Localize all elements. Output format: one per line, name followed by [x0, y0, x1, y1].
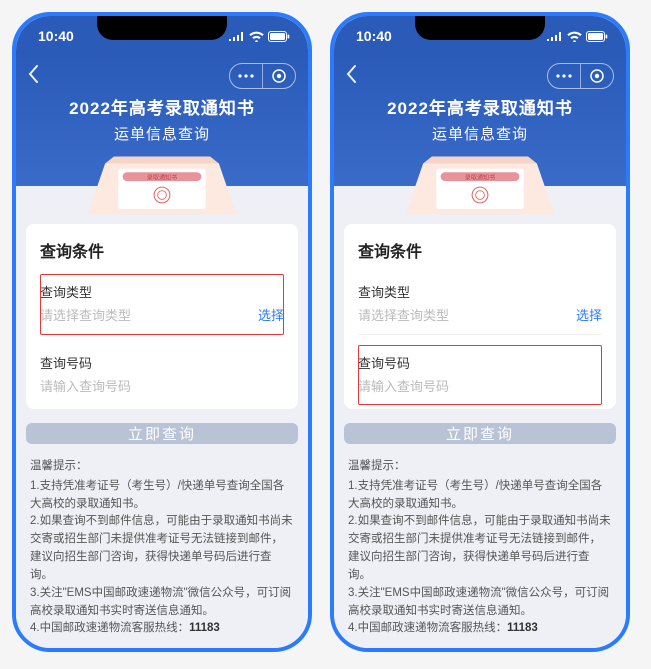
- card-title: 查询条件: [40, 238, 284, 262]
- tips-block: 温馨提示： 1.支持凭准考证号（考生号）/快递单号查询全国各大高校的录取通知书。…: [348, 458, 612, 638]
- query-number-placeholder: 请输入查询号码: [358, 376, 449, 395]
- battery-icon: [268, 31, 290, 42]
- tip-2: 2.如果查询不到邮件信息，可能由于录取通知书尚未交寄或招生部门未提供准考证号无法…: [30, 513, 294, 584]
- submit-button[interactable]: 立即查询: [26, 423, 298, 444]
- ribbon-text: 录取通知书: [465, 173, 496, 181]
- query-number-field[interactable]: 查询号码 请输入查询号码: [40, 345, 284, 405]
- tips-block: 温馨提示： 1.支持凭准考证号（考生号）/快递单号查询全国各大高校的录取通知书。…: [30, 458, 294, 638]
- more-button[interactable]: [548, 64, 580, 88]
- status-time: 10:40: [356, 28, 392, 44]
- submit-button[interactable]: 立即查询: [344, 423, 616, 444]
- query-type-label: 查询类型: [358, 282, 602, 301]
- hero-title: 2022年高考录取通知书 运单信息查询: [346, 94, 614, 144]
- wifi-icon: [249, 31, 264, 42]
- hotline-number: 11183: [507, 622, 538, 634]
- query-number-label: 查询号码: [40, 353, 284, 372]
- back-button[interactable]: [28, 65, 39, 88]
- query-type-field[interactable]: 查询类型 请选择查询类型 选择: [358, 274, 602, 335]
- footer-text: 本服务由中国邮政EMS提供: [16, 638, 308, 648]
- hero-title-line2: 运单信息查询: [346, 123, 614, 144]
- miniprogram-actions: [547, 63, 614, 89]
- back-button[interactable]: [346, 65, 357, 88]
- tip-3: 3.关注"EMS中国邮政速递物流"微信公众号，可订阅高校录取通知书实时寄送信息通…: [30, 585, 294, 621]
- tip-2: 2.如果查询不到邮件信息，可能由于录取通知书尚未交寄或招生部门未提供准考证号无法…: [348, 513, 612, 584]
- hotline-number: 11183: [189, 622, 220, 634]
- more-button[interactable]: [230, 64, 262, 88]
- ribbon-text: 录取通知书: [147, 173, 178, 181]
- content-area: 查询条件 查询类型 请选择查询类型 选择 查询号码 请输入查询号码 立即查询 温…: [334, 186, 626, 648]
- status-time: 10:40: [38, 28, 74, 44]
- hero-title-line2: 运单信息查询: [28, 123, 296, 144]
- query-type-label: 查询类型: [40, 282, 284, 301]
- query-card: 查询条件 查询类型 请选择查询类型 选择 查询号码 请输入查询号码: [344, 224, 616, 409]
- tips-title: 温馨提示：: [348, 458, 612, 476]
- query-type-placeholder: 请选择查询类型: [358, 305, 449, 324]
- battery-icon: [586, 31, 608, 42]
- device-notch: [415, 16, 545, 40]
- miniprogram-actions: [229, 63, 296, 89]
- close-miniprogram-button[interactable]: [581, 64, 613, 88]
- device-notch: [97, 16, 227, 40]
- select-link[interactable]: 选择: [258, 305, 284, 324]
- footer-text: 本服务由中国邮政EMS提供: [334, 638, 626, 648]
- hero-title: 2022年高考录取通知书 运单信息查询: [28, 94, 296, 144]
- close-miniprogram-button[interactable]: [263, 64, 295, 88]
- query-type-placeholder: 请选择查询类型: [40, 305, 131, 324]
- wifi-icon: [567, 31, 582, 42]
- status-icons: [547, 31, 608, 42]
- tips-title: 温馨提示：: [30, 458, 294, 476]
- hero-title-line1: 2022年高考录取通知书: [28, 94, 296, 119]
- query-number-label: 查询号码: [358, 353, 602, 372]
- signal-icon: [547, 31, 563, 41]
- query-number-field[interactable]: 查询号码 请输入查询号码: [358, 345, 602, 405]
- tip-1: 1.支持凭准考证号（考生号）/快递单号查询全国各大高校的录取通知书。: [30, 478, 294, 514]
- phone-mockup-2: 10:40: [330, 12, 630, 652]
- query-card: 查询条件 查询类型 请选择查询类型 选择 查询号码 请输入查询号码: [26, 224, 298, 409]
- query-number-placeholder: 请输入查询号码: [40, 376, 131, 395]
- tip-3: 3.关注"EMS中国邮政速递物流"微信公众号，可订阅高校录取通知书实时寄送信息通…: [348, 585, 612, 621]
- tip-4: 4.中国邮政速递物流客服热线：11183: [30, 620, 294, 638]
- tip-1: 1.支持凭准考证号（考生号）/快递单号查询全国各大高校的录取通知书。: [348, 478, 612, 514]
- hero-banner: 2022年高考录取通知书 运单信息查询 录取通知书: [334, 56, 626, 186]
- hero-title-line1: 2022年高考录取通知书: [346, 94, 614, 119]
- hero-banner: 2022年高考录取通知书 运单信息查询 录取通知书: [16, 56, 308, 186]
- tip-4: 4.中国邮政速递物流客服热线：11183: [348, 620, 612, 638]
- status-icons: [229, 31, 290, 42]
- query-type-field[interactable]: 查询类型 请选择查询类型 选择: [40, 274, 284, 335]
- select-link[interactable]: 选择: [576, 305, 602, 324]
- signal-icon: [229, 31, 245, 41]
- card-title: 查询条件: [358, 238, 602, 262]
- phone-mockup-1: 10:40: [12, 12, 312, 652]
- content-area: 查询条件 查询类型 请选择查询类型 选择 查询号码 请输入查询号码 立即查询 温…: [16, 186, 308, 648]
